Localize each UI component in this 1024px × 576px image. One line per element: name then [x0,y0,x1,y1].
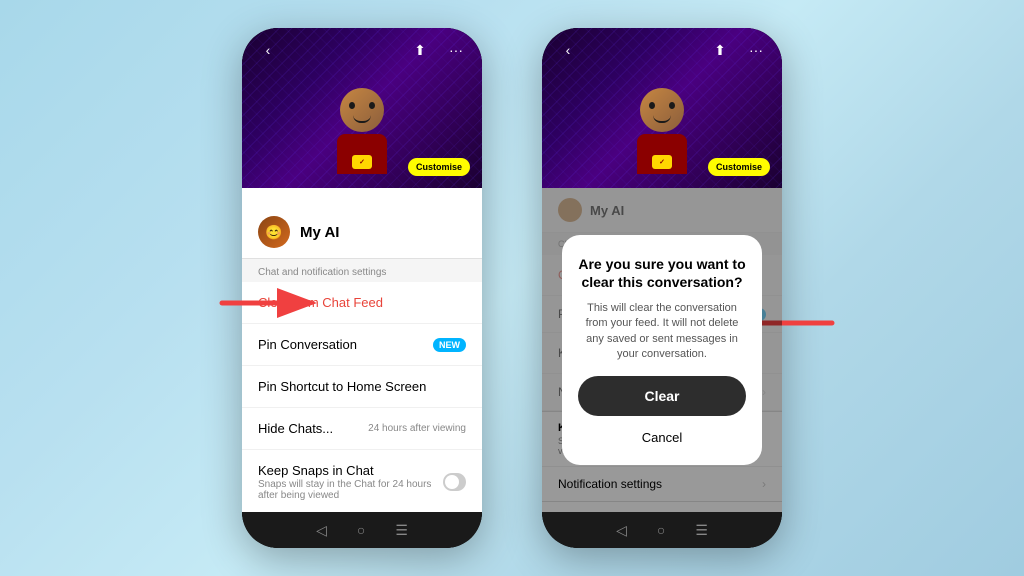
menu-item-keep-snaps: Keep Snaps in Chat Snaps will stay in th… [242,450,482,512]
dialog-title: Are you sure you want to clear this conv… [578,255,746,291]
left-arrow [212,278,322,333]
hide-chats-value: 24 hours after viewing [368,423,466,434]
dialog-overlay: Are you sure you want to clear this conv… [542,188,782,512]
pin-shortcut-label: Pin Shortcut to Home Screen [258,379,426,394]
phones-container: ✓ ‹ ⬆ ··· Customise [242,28,782,548]
nav-menu-icon-1[interactable]: ☰ [395,522,408,539]
hide-chats-label: Hide Chats... [258,421,333,436]
dialog-body: This will clear the conversation from yo… [578,301,746,363]
keep-snaps-sub: Snaps will stay in the Chat for 24 hours… [258,479,443,501]
pin-conversation-label: Pin Conversation [258,337,357,352]
share-icon-1[interactable]: ⬆ [406,36,434,64]
cancel-button[interactable]: Cancel [638,426,686,449]
nav-home-icon-1[interactable]: ○ [357,522,365,538]
customise-btn-1[interactable]: Customise [408,158,470,176]
phone-2: ✓ ‹ ⬆ ··· Customise [542,28,782,548]
snap-top-bar-2: ‹ ⬆ ··· [542,36,782,64]
settings-panel-1: 😊 My AI Chat and notification settings C… [242,188,482,512]
more-icon-1[interactable]: ··· [442,36,470,64]
keep-snaps-label: Keep Snaps in Chat [258,463,443,478]
clear-dialog: Are you sure you want to clear this conv… [562,235,762,466]
nav-home-icon-2[interactable]: ○ [657,522,665,538]
snap-header-1: ✓ ‹ ⬆ ··· Customise [242,28,482,188]
profile-name-1: My AI [300,224,339,241]
snap-top-bar-1: ‹ ⬆ ··· [242,36,482,64]
nav-back-icon-1[interactable]: ◁ [316,522,327,539]
back-icon-2[interactable]: ‹ [554,36,582,64]
snap-header-2: ✓ ‹ ⬆ ··· Customise [542,28,782,188]
settings-panel-2: My AI Chat and notification settings Cle… [542,188,782,512]
new-badge: NEW [433,338,466,352]
more-icon-2[interactable]: ··· [742,36,770,64]
profile-avatar-1: 😊 [258,216,290,248]
back-icon-1[interactable]: ‹ [254,36,282,64]
nav-bar-1: ◁ ○ ☰ [242,512,482,548]
nav-bar-2: ◁ ○ ☰ [542,512,782,548]
bitmoji-1: ✓ [322,78,402,178]
clear-button[interactable]: Clear [578,376,746,416]
customise-btn-2[interactable]: Customise [708,158,770,176]
share-icon-2[interactable]: ⬆ [706,36,734,64]
nav-menu-icon-2[interactable]: ☰ [695,522,708,539]
profile-header-1: 😊 My AI [242,188,482,259]
nav-back-icon-2[interactable]: ◁ [616,522,627,539]
menu-item-pin-shortcut[interactable]: Pin Shortcut to Home Screen [242,366,482,408]
menu-item-hide-chats[interactable]: Hide Chats... 24 hours after viewing [242,408,482,450]
bitmoji-2: ✓ [622,78,702,178]
keep-snaps-toggle[interactable] [443,473,466,491]
